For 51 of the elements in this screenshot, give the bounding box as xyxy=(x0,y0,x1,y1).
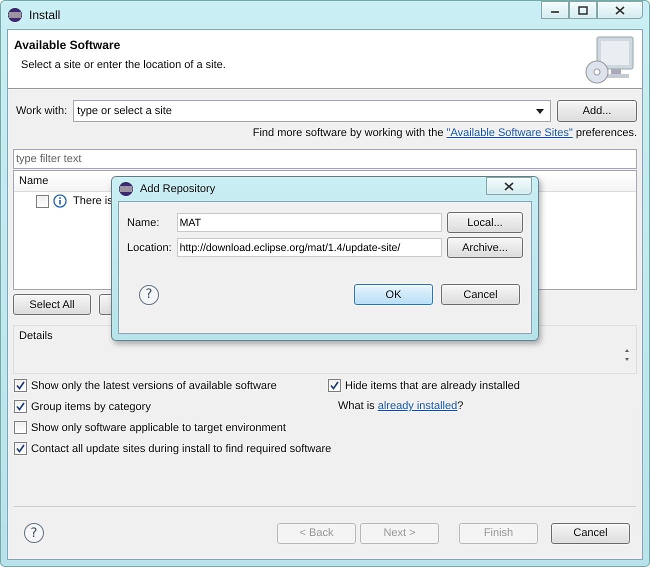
field-label: Work with: xyxy=(16,105,68,117)
close-icon xyxy=(615,6,625,14)
text-field[interactable]: http://download.eclipse.org/mat/1.4/update-site/ xyxy=(176,238,442,257)
page-description: Select a site or enter the location of a site. xyxy=(21,59,227,71)
checkmark-icon xyxy=(330,381,339,390)
checkbox[interactable] xyxy=(14,379,27,392)
page-title: Available Software xyxy=(14,38,122,52)
installed-link[interactable]: already installed xyxy=(378,400,458,412)
field-label: Location: xyxy=(127,242,172,254)
cancel-button[interactable]: Cancel xyxy=(551,522,630,544)
info-icon xyxy=(53,194,67,208)
checkmark-icon xyxy=(16,402,25,411)
cancel-button[interactable]: Cancel xyxy=(441,284,520,305)
info-text: What is already installed? xyxy=(337,400,464,413)
column-header[interactable]: Name xyxy=(14,175,48,187)
text-field[interactable]: MAT xyxy=(176,213,442,232)
checkbox-label: Show only the latest versions of available software xyxy=(31,380,277,392)
field-label: Name: xyxy=(127,216,160,228)
select-all-button[interactable]: Select All xyxy=(13,294,91,315)
help-button[interactable]: ? xyxy=(139,284,159,304)
checkbox[interactable] xyxy=(14,442,27,455)
scroll-arrows-icon xyxy=(624,348,630,362)
close-button[interactable] xyxy=(597,1,643,19)
maximize-button[interactable] xyxy=(569,1,597,19)
info-text: Find more software by working with the "Available Software Sites" preferences. xyxy=(252,127,637,139)
site-combobox[interactable]: type or select a site xyxy=(73,100,551,122)
close-icon xyxy=(504,182,514,190)
dropdown-arrow-icon xyxy=(536,108,544,114)
checkmark-icon xyxy=(16,381,25,390)
dialog-title: Add Repository xyxy=(140,183,216,195)
checkbox[interactable] xyxy=(36,194,49,208)
window-title: Install xyxy=(29,8,60,22)
sites-link[interactable]: "Available Software Sites" xyxy=(446,127,573,139)
section-label: Details xyxy=(19,330,53,342)
checkbox[interactable] xyxy=(14,400,27,413)
checkbox-label: Show only software applicable to target environment xyxy=(31,422,286,434)
browse-button[interactable]: Archive... xyxy=(447,237,523,258)
checkbox[interactable] xyxy=(328,379,341,392)
checkbox-label: Contact all update sites during install to find required software xyxy=(31,442,332,454)
ok-button[interactable]: OK xyxy=(354,284,433,305)
checkmark-icon xyxy=(16,444,25,453)
checkbox-label: Hide items that are already installed xyxy=(345,380,520,392)
filter-field[interactable]: type filter text xyxy=(13,149,637,169)
restore-icon xyxy=(578,6,588,14)
add-button[interactable]: Add... xyxy=(557,100,637,122)
checkbox-label: Group items by category xyxy=(31,400,151,412)
close-button[interactable] xyxy=(486,177,532,195)
checkbox[interactable] xyxy=(14,421,27,434)
browse-button[interactable]: Local... xyxy=(447,212,523,233)
help-button[interactable]: ? xyxy=(24,523,44,543)
minimize-button[interactable] xyxy=(541,1,569,19)
